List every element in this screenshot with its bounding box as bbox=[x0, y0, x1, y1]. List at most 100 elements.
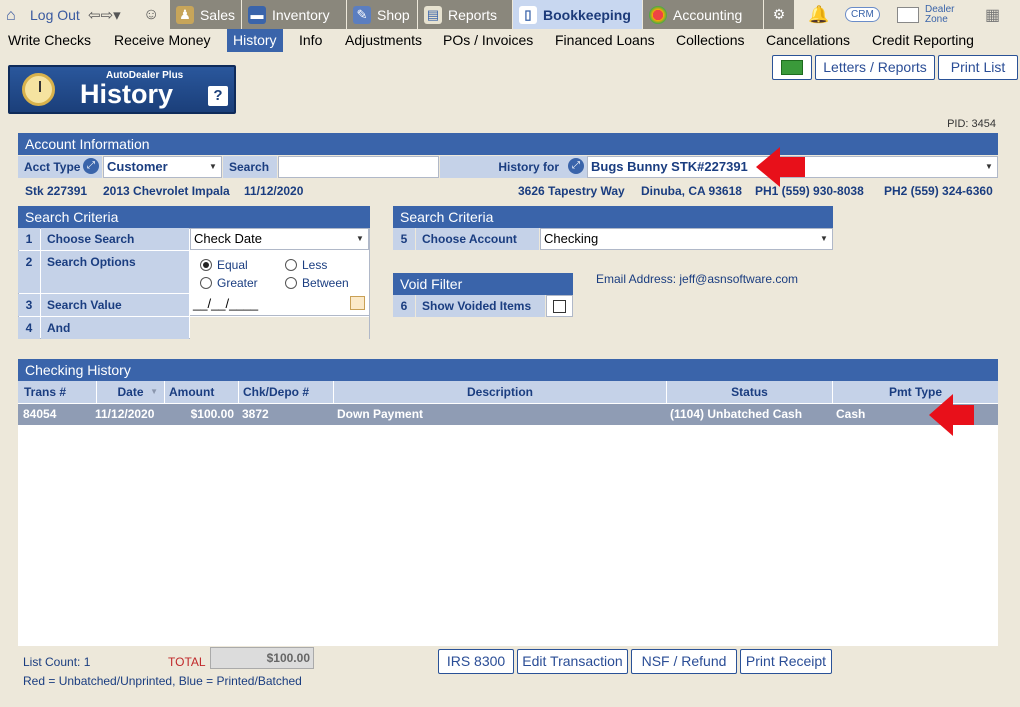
chevron-down-icon: ▼ bbox=[985, 162, 993, 171]
checking-history-header: Checking History bbox=[18, 359, 998, 381]
tab-accounting[interactable]: Accounting bbox=[643, 0, 763, 29]
and-value-disabled bbox=[190, 317, 369, 339]
cell-status: (1104) Unbatched Cash bbox=[670, 407, 803, 421]
option-equal[interactable]: Equal bbox=[200, 258, 248, 272]
choose-account-select[interactable]: Checking ▼ bbox=[540, 228, 833, 250]
column-header-date[interactable]: Date ▼ bbox=[97, 381, 165, 403]
crm-button[interactable]: CRM bbox=[845, 0, 880, 29]
sale-date: 11/12/2020 bbox=[244, 184, 304, 198]
column-header-trans[interactable]: Trans # bbox=[18, 381, 97, 403]
radio-icon bbox=[200, 259, 212, 271]
column-header-pmt-type[interactable]: Pmt Type bbox=[833, 381, 998, 403]
search-value-input[interactable]: __/__/____ bbox=[190, 294, 369, 316]
chevron-down-icon: ▼ bbox=[356, 234, 364, 243]
sub-nav: Write Checks Receive Money History Info … bbox=[0, 29, 1020, 52]
print-receipt-button[interactable]: Print Receipt bbox=[740, 649, 832, 674]
annotation-arrow bbox=[929, 394, 953, 436]
cell-chk: 3872 bbox=[242, 407, 269, 421]
radio-icon bbox=[200, 277, 212, 289]
tab-shop[interactable]: ✎ Shop bbox=[347, 0, 417, 29]
dealer-zone-label: Dealer Zone bbox=[925, 3, 955, 25]
cell-amount: $100.00 bbox=[190, 407, 234, 421]
history-table: Trans # Date ▼ Amount Chk/Depo # Descrip… bbox=[18, 381, 998, 646]
logout-link[interactable]: ⌂ Log Out bbox=[6, 0, 80, 29]
total-label: TOTAL bbox=[168, 655, 206, 669]
salesperson-icon: ♟ bbox=[176, 5, 194, 24]
void-filter-header: Void Filter bbox=[393, 273, 573, 295]
row-number: 6 bbox=[393, 295, 415, 317]
column-header-chk-depo[interactable]: Chk/Depo # bbox=[239, 381, 334, 403]
show-voided-checkbox[interactable] bbox=[553, 300, 566, 313]
cell-trans: 84054 bbox=[23, 407, 57, 421]
top-nav: ⌂ Log Out ⇦⇨▾ ☺ ♟ Sales ▬ Inventory ✎ Sh… bbox=[0, 0, 1020, 29]
user-icon[interactable]: ☺ bbox=[143, 0, 159, 29]
pie-chart-icon bbox=[649, 5, 667, 24]
table-row[interactable]: 84054 11/12/2020 $100.00 3872 Down Payme… bbox=[18, 404, 998, 425]
choose-account-label: Choose Account bbox=[416, 228, 539, 250]
cell-pmt-type: Cash bbox=[836, 407, 866, 421]
option-less[interactable]: Less bbox=[285, 258, 327, 272]
lookup-icon[interactable]: ⤢ bbox=[83, 158, 99, 174]
list-count: List Count: 1 bbox=[23, 655, 91, 669]
calculator-icon[interactable]: ▦ bbox=[985, 0, 1000, 29]
void-checkbox-cell bbox=[546, 295, 573, 317]
city: Dinuba, CA 93618 bbox=[641, 184, 742, 198]
subnav-write-checks[interactable]: Write Checks bbox=[2, 29, 97, 52]
tab-reports[interactable]: ▤ Reports bbox=[418, 0, 512, 29]
pid-label: PID: 3454 bbox=[947, 118, 996, 130]
chart-icon bbox=[897, 6, 919, 23]
subnav-info[interactable]: Info bbox=[293, 29, 328, 52]
subnav-credit-reporting[interactable]: Credit Reporting bbox=[866, 29, 980, 52]
annotation-arrow-shaft bbox=[952, 405, 974, 425]
dealer-zone-button[interactable]: Dealer Zone bbox=[897, 0, 961, 29]
gear-icon[interactable]: ⚙ bbox=[764, 0, 794, 29]
annotation-arrow-shaft bbox=[779, 157, 805, 177]
option-between[interactable]: Between bbox=[285, 276, 349, 290]
letters-reports-button[interactable]: Letters / Reports bbox=[815, 55, 935, 80]
subnav-financed-loans[interactable]: Financed Loans bbox=[549, 29, 661, 52]
nsf-refund-button[interactable]: NSF / Refund bbox=[631, 649, 737, 674]
back-forward-icon[interactable]: ⇦⇨▾ bbox=[88, 0, 121, 29]
book-icon: ▯ bbox=[519, 5, 537, 24]
search-criteria-header: Search Criteria bbox=[393, 206, 833, 228]
radio-icon bbox=[285, 259, 297, 271]
print-list-button[interactable]: Print List bbox=[938, 55, 1018, 80]
subnav-receive-money[interactable]: Receive Money bbox=[108, 29, 217, 52]
choose-search-select[interactable]: Check Date ▼ bbox=[190, 228, 369, 250]
lookup-icon[interactable]: ⤢ bbox=[568, 158, 584, 174]
irs-8300-button[interactable]: IRS 8300 bbox=[438, 649, 514, 674]
acct-type-select[interactable]: Customer ▼ bbox=[103, 156, 222, 178]
clock-icon bbox=[22, 73, 55, 106]
subnav-history[interactable]: History bbox=[227, 29, 283, 52]
column-header-status[interactable]: Status bbox=[667, 381, 833, 403]
subnav-cancellations[interactable]: Cancellations bbox=[760, 29, 856, 52]
column-header-amount[interactable]: Amount bbox=[165, 381, 239, 403]
history-logo: AutoDealer Plus History ? bbox=[8, 65, 236, 114]
account-info-header: Account Information bbox=[18, 133, 998, 155]
edit-transaction-button[interactable]: Edit Transaction bbox=[517, 649, 628, 674]
chevron-down-icon: ▼ bbox=[820, 234, 828, 243]
calendar-icon[interactable] bbox=[350, 296, 365, 310]
tab-sales[interactable]: ♟ Sales bbox=[170, 0, 241, 29]
subnav-collections[interactable]: Collections bbox=[670, 29, 750, 52]
wrench-icon: ✎ bbox=[353, 5, 371, 24]
search-label: Search bbox=[223, 156, 277, 178]
sort-icon: ▼ bbox=[150, 387, 158, 396]
bell-icon[interactable]: 🔔 bbox=[808, 0, 829, 29]
email-address: Email Address: jeff@asnsoftware.com bbox=[596, 272, 799, 286]
column-header-description[interactable]: Description bbox=[334, 381, 667, 403]
search-value-label: Search Value bbox=[41, 294, 189, 316]
car-icon: ▬ bbox=[248, 5, 266, 24]
color-legend: Red = Unbatched/Unprinted, Blue = Printe… bbox=[23, 674, 302, 688]
tab-inventory[interactable]: ▬ Inventory bbox=[242, 0, 346, 29]
row-number: 2 bbox=[18, 251, 40, 293]
search-criteria-header: Search Criteria bbox=[18, 206, 370, 228]
export-button[interactable] bbox=[772, 55, 812, 80]
search-input[interactable] bbox=[278, 156, 439, 178]
option-greater[interactable]: Greater bbox=[200, 276, 258, 290]
subnav-pos-invoices[interactable]: POs / Invoices bbox=[437, 29, 539, 52]
tab-bookkeeping[interactable]: ▯ Bookkeeping bbox=[513, 0, 642, 29]
help-icon[interactable]: ? bbox=[208, 86, 228, 106]
subnav-adjustments[interactable]: Adjustments bbox=[339, 29, 428, 52]
report-icon: ▤ bbox=[424, 5, 442, 24]
